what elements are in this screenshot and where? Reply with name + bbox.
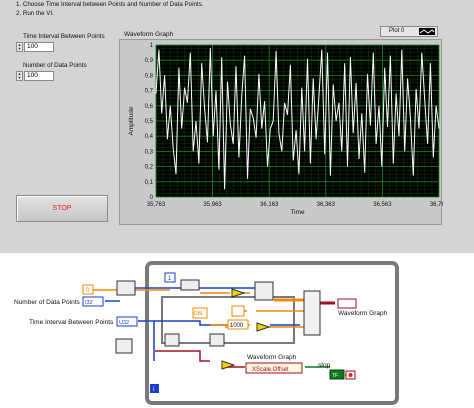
y-axis-title: Amplitude	[128, 106, 135, 135]
loop-condition-dot	[348, 373, 353, 377]
num-points-control[interactable]: ▲ ▼ 100	[16, 71, 54, 81]
time-interval-label: Time Interval Between Points	[23, 33, 105, 40]
bd-waveform-graph-label: Waveform Graph	[338, 310, 388, 317]
build-array-node[interactable]	[116, 280, 136, 296]
bd-property-label: Waveform Graph	[247, 354, 297, 361]
plot-legend-swatch	[419, 28, 435, 35]
bundle-node[interactable]	[303, 290, 321, 336]
stop-button[interactable]: STOP	[16, 195, 108, 222]
time-interval-field[interactable]: 100	[24, 42, 54, 52]
instruction-line-2: 2. Run the VI.	[16, 10, 54, 17]
divide-node[interactable]	[256, 322, 271, 332]
bd-time-interval-type: U32	[119, 320, 129, 326]
bd-num-points-type: I32	[85, 300, 93, 306]
x-axis-title: Time	[290, 209, 305, 216]
bd-dbl-text: DBL	[194, 311, 204, 317]
y-tick-label: 0,3	[145, 149, 154, 155]
instruction-line-1: 1. Choose Time Interval between Points a…	[16, 1, 204, 8]
bd-loop-index: i	[153, 386, 154, 393]
y-tick-label: 0,6	[145, 104, 154, 110]
y-tick-label: 0,7	[145, 89, 154, 95]
plot-legend-label: Plot 0	[389, 28, 405, 34]
num-points-label: Number of Data Points	[23, 62, 87, 69]
time-interval-stepper[interactable]: ▲ ▼	[16, 42, 23, 52]
y-tick-label: 0,5	[145, 119, 154, 125]
y-tick-label: 0	[150, 195, 154, 201]
wait-node[interactable]	[115, 338, 133, 354]
bd-stop-label: stop	[318, 362, 331, 369]
bd-property-node-text: XScale.Offset	[252, 367, 289, 373]
compare-node[interactable]	[221, 360, 236, 370]
y-tick-label: 0,2	[145, 165, 154, 171]
bd-const-1000-text: 1000	[230, 323, 244, 329]
loop-const-node[interactable]	[231, 305, 245, 317]
x-tick-label: 35,963	[203, 202, 222, 208]
x-tick-label: 35,763	[147, 202, 166, 208]
loop-iteration-terminal	[150, 384, 159, 393]
tick-count-node[interactable]	[209, 333, 225, 347]
waveform-graph-svg: 0 0,1 0,2 0,3 0,4 0,5 0,6 0,7 0,8 0,9 1 35,763 35,96…	[128, 43, 443, 216]
y-tick-label: 0,9	[145, 58, 154, 64]
plot-legend[interactable]: Plot 0	[380, 26, 438, 37]
block-diagram: Number of Data Points Time Interval Betw…	[0, 253, 474, 408]
y-tick-label: 1	[150, 43, 154, 49]
build-waveform-node[interactable]	[254, 281, 274, 301]
block-diagram-svg: Number of Data Points Time Interval Betw…	[14, 261, 399, 405]
y-tick-label: 0,1	[145, 180, 154, 186]
bd-stop-type: TF	[332, 373, 338, 379]
random-number-node[interactable]	[180, 279, 200, 291]
x-tick-label: 36,563	[373, 202, 392, 208]
x-tick-label: 36,163	[260, 202, 279, 208]
x-tick-label: 36,763	[430, 202, 443, 208]
num-points-stepper[interactable]: ▲ ▼	[16, 71, 23, 81]
y-tick-label: 0,8	[145, 73, 154, 79]
bd-num-points-label: Number of Data Points	[14, 299, 81, 306]
y-tick-label: 0,4	[145, 134, 154, 140]
num-points-field[interactable]: 100	[24, 71, 54, 81]
waveform-graph-terminal[interactable]	[337, 298, 357, 309]
bd-time-interval-label: Time Interval Between Points	[29, 319, 114, 326]
time-interval-control[interactable]: ▲ ▼ 100	[16, 42, 54, 52]
x-tick-label: 36,363	[317, 202, 336, 208]
waveform-graph[interactable]: 0 0,1 0,2 0,3 0,4 0,5 0,6 0,7 0,8 0,9 1 35,763 35,96…	[119, 39, 443, 225]
graph-title: Waveform Graph	[124, 31, 174, 38]
timer-node[interactable]	[164, 333, 180, 347]
multiply-node[interactable]	[231, 288, 246, 298]
front-panel: 1. Choose Time Interval between Points a…	[0, 0, 474, 253]
